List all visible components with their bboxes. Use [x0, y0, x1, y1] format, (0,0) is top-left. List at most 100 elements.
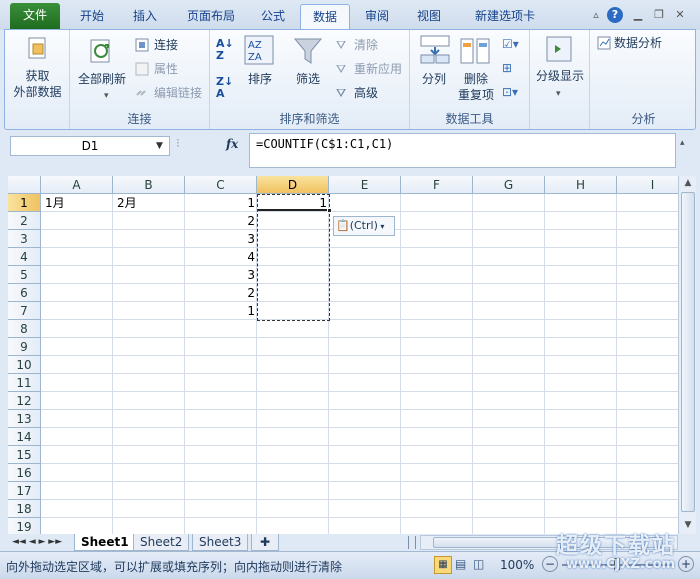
row-header-13[interactable]: 13	[8, 410, 41, 428]
data-validation-icon[interactable]: ☑▾	[502, 36, 519, 52]
fill-handle[interactable]	[327, 208, 332, 213]
scroll-down-icon[interactable]: ▼	[681, 518, 695, 532]
what-if-icon[interactable]: ⊡▾	[502, 84, 518, 100]
cell-B1[interactable]: 2月	[114, 194, 185, 212]
sheet-tab-1[interactable]: Sheet1	[74, 534, 136, 551]
normal-view-icon[interactable]: ▦	[434, 556, 452, 574]
get-external-data-button[interactable]: 获取 外部数据	[5, 68, 70, 100]
data-analysis-button[interactable]: 数据分析	[614, 35, 662, 51]
formula-input[interactable]: =COUNTIF(C$1:C1,C1)	[249, 133, 676, 168]
scroll-thumb[interactable]	[681, 192, 695, 512]
remove-duplicates-button[interactable]: 删除 重复项	[454, 71, 498, 103]
column-header-i[interactable]: I	[617, 176, 678, 194]
sort-asc-icon[interactable]: A↓ Z	[216, 38, 234, 62]
cell-C4[interactable]: 4	[186, 248, 258, 266]
sort-button[interactable]: 排序	[240, 71, 280, 87]
cell-C1[interactable]: 1	[186, 194, 258, 212]
tab-formulas[interactable]: 公式	[250, 4, 296, 30]
insert-function-icon[interactable]: fx	[226, 136, 238, 152]
column-header-b[interactable]: B	[113, 176, 185, 194]
row-header-9[interactable]: 9	[8, 338, 41, 356]
tab-view[interactable]: 视图	[404, 4, 454, 30]
paste-options-button[interactable]: 📋(Ctrl) ▾	[333, 216, 395, 236]
grid-hline	[41, 265, 678, 266]
cell-C2[interactable]: 2	[186, 212, 258, 230]
row-header-11[interactable]: 11	[8, 374, 41, 392]
refresh-all-button[interactable]: 全部刷新	[74, 71, 130, 87]
outline-dropdown-icon[interactable]: ▾	[556, 86, 561, 102]
tab-split-handle[interactable]	[408, 536, 416, 549]
reapply-button[interactable]: 重新应用	[354, 61, 402, 77]
cell-C3[interactable]: 3	[186, 230, 258, 248]
row-header-7[interactable]: 7	[8, 302, 41, 320]
group-label-sort-filter: 排序和筛选	[279, 112, 340, 126]
minimize-ribbon-icon[interactable]: ▵	[588, 7, 604, 23]
group-label-analysis: 分析	[631, 112, 656, 126]
sort-desc-icon[interactable]: Z↓ A	[216, 76, 233, 100]
tab-new[interactable]: 新建选项卡	[460, 4, 550, 30]
worksheet-grid[interactable]: ABCDEFGHI 1 2 3 4 5 6 7 8 9 10 11 12 13 14 15 16 17 18 19 …	[8, 176, 678, 534]
cell-A1[interactable]: 1月	[42, 194, 113, 212]
select-all-corner[interactable]	[8, 176, 41, 194]
column-header-c[interactable]: C	[185, 176, 257, 194]
row-header-3[interactable]: 3	[8, 230, 41, 248]
close-icon[interactable]: ✕	[672, 7, 688, 23]
clear-button[interactable]: 清除	[354, 37, 378, 53]
name-box-dropdown-icon[interactable]: ▼	[156, 138, 163, 154]
page-break-view-icon[interactable]: ◫	[473, 557, 484, 571]
cell-C5[interactable]: 3	[186, 266, 258, 284]
edit-links-button[interactable]: 编辑链接	[154, 85, 202, 101]
name-box[interactable]: D1	[10, 136, 170, 156]
advanced-button[interactable]: 高级	[354, 85, 378, 101]
restore-icon[interactable]: ❐	[651, 7, 667, 23]
refresh-dropdown-icon[interactable]: ▾	[104, 88, 109, 104]
sheet-tab-2[interactable]: Sheet2	[133, 534, 190, 551]
outline-button[interactable]: 分级显示	[530, 68, 590, 84]
row-header-12[interactable]: 12	[8, 392, 41, 410]
minimize-icon[interactable]: ▁	[630, 7, 646, 23]
tab-home[interactable]: 开始	[68, 4, 116, 30]
help-icon[interactable]: ?	[607, 7, 623, 23]
expand-formula-icon[interactable]: ▴	[680, 135, 685, 151]
row-header-1[interactable]: 1	[8, 194, 41, 212]
column-header-g[interactable]: G	[473, 176, 545, 194]
sheet-tab-3[interactable]: Sheet3	[192, 534, 249, 551]
tab-page-layout[interactable]: 页面布局	[176, 4, 246, 30]
column-header-f[interactable]: F	[401, 176, 473, 194]
column-header-d[interactable]: D	[257, 176, 329, 194]
connections-button[interactable]: 连接	[154, 37, 178, 53]
zoom-level[interactable]: 100%	[500, 558, 534, 572]
row-header-10[interactable]: 10	[8, 356, 41, 374]
tab-review[interactable]: 审阅	[354, 4, 400, 30]
row-header-15[interactable]: 15	[8, 446, 41, 464]
vertical-scrollbar[interactable]: ▲ ▼	[678, 176, 696, 534]
tab-file[interactable]: 文件	[10, 3, 60, 30]
sheet-nav-icons[interactable]: ◄◄ ◄ ► ►►	[12, 534, 62, 551]
row-header-17[interactable]: 17	[8, 482, 41, 500]
row-header-5[interactable]: 5	[8, 266, 41, 284]
tab-data[interactable]: 数据	[300, 4, 350, 30]
column-header-h[interactable]: H	[545, 176, 617, 194]
properties-button[interactable]: 属性	[154, 61, 178, 77]
tab-insert[interactable]: 插入	[120, 4, 170, 30]
row-header-6[interactable]: 6	[8, 284, 41, 302]
cell-C6[interactable]: 2	[186, 284, 258, 302]
status-message: 向外拖动选定区域，可以扩展或填充序列；向内拖动则进行清除	[6, 560, 343, 574]
row-header-14[interactable]: 14	[8, 428, 41, 446]
insert-sheet-icon[interactable]: ✚	[251, 534, 279, 551]
consolidate-icon[interactable]: ⊞	[502, 60, 512, 76]
row-header-4[interactable]: 4	[8, 248, 41, 266]
filter-button[interactable]: 筛选	[288, 71, 328, 87]
row-header-18[interactable]: 18	[8, 500, 41, 518]
cell-C7[interactable]: 1	[186, 302, 258, 320]
row-header-19[interactable]: 19	[8, 518, 41, 534]
column-header-e[interactable]: E	[329, 176, 401, 194]
scroll-up-icon[interactable]: ▲	[681, 176, 695, 190]
row-header-8[interactable]: 8	[8, 320, 41, 338]
row-header-2[interactable]: 2	[8, 212, 41, 230]
row-header-16[interactable]: 16	[8, 464, 41, 482]
column-header-a[interactable]: A	[41, 176, 113, 194]
page-layout-view-icon[interactable]: ▤	[455, 557, 466, 571]
text-to-columns-button[interactable]: 分列	[414, 71, 454, 87]
zoom-in-icon[interactable]: +	[678, 556, 694, 572]
